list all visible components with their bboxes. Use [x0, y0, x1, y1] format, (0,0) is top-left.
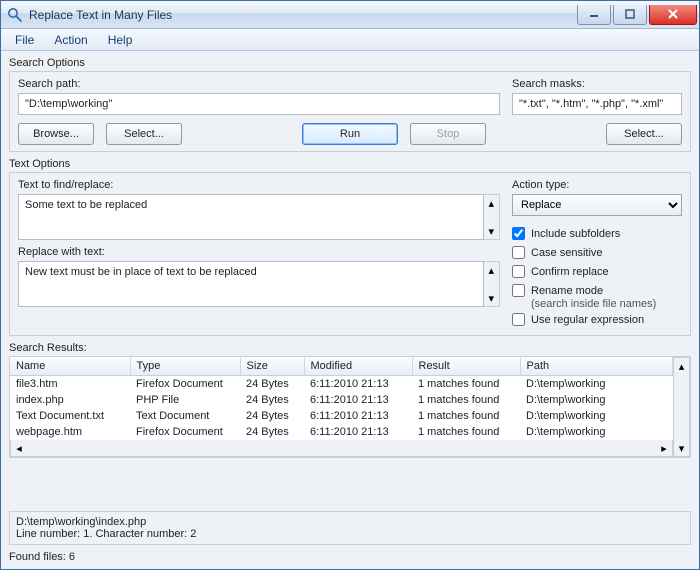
cell-path: D:\temp\working	[520, 376, 673, 393]
window-title: Replace Text in Many Files	[29, 8, 172, 22]
select-masks-button[interactable]: Select...	[606, 123, 682, 145]
cell-name: index.php	[10, 392, 130, 408]
cell-result: 1 matches found	[412, 376, 520, 393]
browse-button[interactable]: Browse...	[18, 123, 94, 145]
status-line1: D:\temp\working\index.php	[16, 516, 684, 528]
cell-path: D:\temp\working	[520, 392, 673, 408]
col-size[interactable]: Size	[240, 357, 304, 376]
cell-size: 24 Bytes	[240, 376, 304, 393]
rename-mode-check[interactable]: Rename mode	[512, 284, 682, 297]
scroll-down-icon: ▾	[484, 223, 499, 239]
app-icon	[7, 7, 23, 23]
action-type-select[interactable]: Replace	[512, 194, 682, 216]
find-label: Text to find/replace:	[18, 179, 500, 191]
search-options-title: Search Options	[9, 57, 691, 69]
replace-text-input[interactable]	[18, 261, 484, 307]
run-button[interactable]: Run	[302, 123, 398, 145]
titlebar: Replace Text in Many Files	[1, 1, 699, 29]
text-options-group: Text Options Text to find/replace: ▴ ▾ R…	[9, 158, 691, 336]
cell-modified: 6:11:2010 21:13	[304, 408, 412, 424]
menu-help[interactable]: Help	[98, 31, 143, 49]
table-row[interactable]: Text Document.txtText Document24 Bytes6:…	[10, 408, 673, 424]
search-results-group: Search Results: Name Type Size Modified	[9, 342, 691, 505]
cell-modified: 6:11:2010 21:13	[304, 376, 412, 393]
replace-vscroll[interactable]: ▴ ▾	[484, 261, 500, 307]
minimize-button[interactable]	[577, 5, 611, 25]
scroll-right-icon: ▸	[656, 440, 672, 456]
minimize-icon	[589, 9, 599, 19]
cell-type: PHP File	[130, 392, 240, 408]
cell-name: file3.htm	[10, 376, 130, 393]
maximize-icon	[625, 9, 635, 19]
col-name[interactable]: Name	[10, 357, 130, 376]
table-row[interactable]: webpage.htmFirefox Document24 Bytes6:11:…	[10, 424, 673, 440]
col-result[interactable]: Result	[412, 357, 520, 376]
cell-path: D:\temp\working	[520, 424, 673, 440]
results-vscroll[interactable]: ▴ ▾	[673, 357, 690, 457]
scroll-up-icon: ▴	[484, 195, 499, 211]
col-path[interactable]: Path	[520, 357, 673, 376]
cell-size: 24 Bytes	[240, 424, 304, 440]
maximize-button[interactable]	[613, 5, 647, 25]
include-subfolders-check[interactable]: Include subfolders	[512, 227, 682, 240]
status-line2: Line number: 1. Character number: 2	[16, 528, 684, 540]
replace-label: Replace with text:	[18, 246, 500, 258]
menubar: File Action Help	[1, 29, 699, 51]
cell-modified: 6:11:2010 21:13	[304, 424, 412, 440]
scroll-down-icon: ▾	[484, 290, 499, 306]
close-button[interactable]	[649, 5, 697, 25]
results-table[interactable]: Name Type Size Modified Result Path file…	[10, 357, 673, 440]
case-sensitive-check[interactable]: Case sensitive	[512, 246, 682, 259]
col-type[interactable]: Type	[130, 357, 240, 376]
search-results-title: Search Results:	[9, 342, 691, 354]
stop-button[interactable]: Stop	[410, 123, 486, 145]
cell-type: Firefox Document	[130, 376, 240, 393]
cell-type: Text Document	[130, 408, 240, 424]
select-path-button[interactable]: Select...	[106, 123, 182, 145]
cell-result: 1 matches found	[412, 424, 520, 440]
cell-name: webpage.htm	[10, 424, 130, 440]
table-row[interactable]: file3.htmFirefox Document24 Bytes6:11:20…	[10, 376, 673, 393]
close-icon	[667, 8, 679, 20]
find-text-input[interactable]	[18, 194, 484, 240]
scroll-left-icon: ◂	[11, 440, 27, 456]
results-hscroll[interactable]: ◂ ▸	[10, 440, 673, 457]
window-controls	[577, 5, 699, 25]
cell-size: 24 Bytes	[240, 392, 304, 408]
app-window: Replace Text in Many Files File Action H…	[0, 0, 700, 570]
client-area: Search Options Search path: Search masks…	[1, 51, 699, 569]
table-header-row: Name Type Size Modified Result Path	[10, 357, 673, 376]
use-regex-check[interactable]: Use regular expression	[512, 313, 682, 326]
find-vscroll[interactable]: ▴ ▾	[484, 194, 500, 240]
scroll-up-icon: ▴	[674, 358, 689, 374]
text-options-title: Text Options	[9, 158, 691, 170]
status-panel: D:\temp\working\index.php Line number: 1…	[9, 511, 691, 545]
scroll-up-icon: ▴	[484, 262, 499, 278]
cell-modified: 6:11:2010 21:13	[304, 392, 412, 408]
rename-mode-sub: (search inside file names)	[531, 298, 682, 310]
col-modified[interactable]: Modified	[304, 357, 412, 376]
search-path-input[interactable]	[18, 93, 500, 115]
cell-size: 24 Bytes	[240, 408, 304, 424]
scroll-down-icon: ▾	[674, 440, 689, 456]
table-row[interactable]: index.phpPHP File24 Bytes6:11:2010 21:13…	[10, 392, 673, 408]
cell-result: 1 matches found	[412, 408, 520, 424]
search-masks-label: Search masks:	[512, 78, 682, 90]
footer-status: Found files: 6	[9, 551, 691, 563]
cell-name: Text Document.txt	[10, 408, 130, 424]
menu-file[interactable]: File	[5, 31, 44, 49]
confirm-replace-check[interactable]: Confirm replace	[512, 265, 682, 278]
cell-type: Firefox Document	[130, 424, 240, 440]
search-masks-input[interactable]	[512, 93, 682, 115]
cell-path: D:\temp\working	[520, 408, 673, 424]
search-options-group: Search Options Search path: Search masks…	[9, 57, 691, 152]
menu-action[interactable]: Action	[44, 31, 97, 49]
cell-result: 1 matches found	[412, 392, 520, 408]
action-type-label: Action type:	[512, 179, 682, 191]
search-path-label: Search path:	[18, 78, 500, 90]
